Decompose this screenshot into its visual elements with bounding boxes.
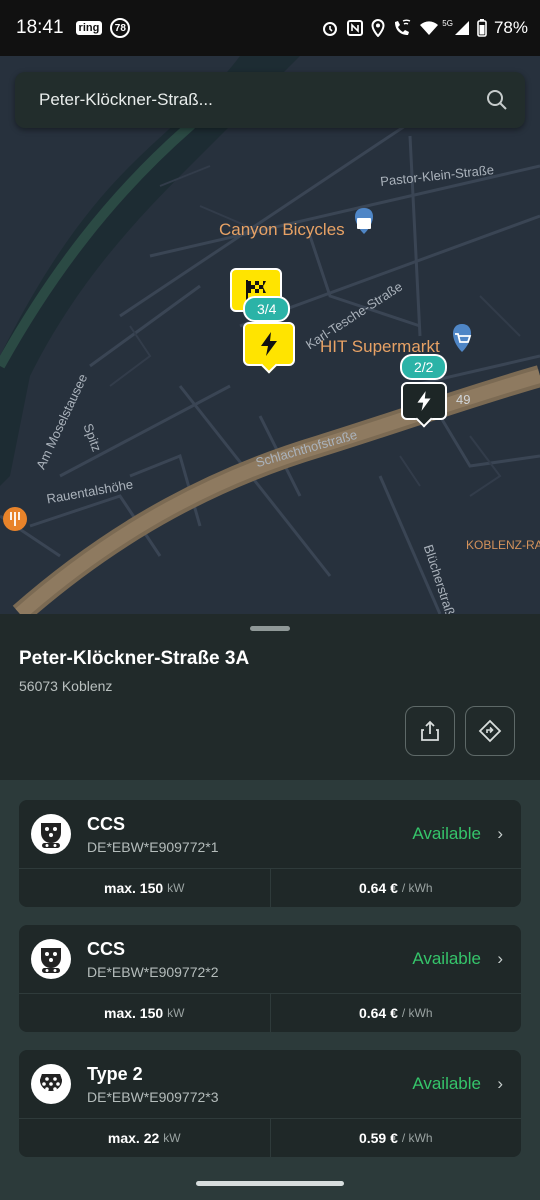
location-icon <box>371 19 385 37</box>
price-cell: 0.64 € / kWh <box>271 869 522 907</box>
connector-card[interactable]: CCS DE*EBW*E909772*1 Available › max. 15… <box>19 800 521 907</box>
ccs-plug-icon <box>31 814 71 854</box>
max-power-cell: max. 22 kW <box>19 1119 271 1157</box>
connector-status: Available <box>412 824 481 843</box>
poi-label-canyon[interactable]: Canyon Bicycles <box>219 220 345 240</box>
share-button[interactable] <box>405 706 455 756</box>
chevron-right-icon: › <box>497 1074 503 1093</box>
charging-marker-other[interactable] <box>401 382 447 428</box>
lightning-icon <box>261 332 277 356</box>
notification-count-icon: 78 <box>110 18 131 38</box>
station-title: Peter-Klöckner-Straße 3A <box>19 648 250 669</box>
search-input[interactable]: Peter-Klöckner-Straß... <box>39 90 483 110</box>
power-unit: kW <box>167 881 185 895</box>
type2-plug-icon <box>31 1064 71 1104</box>
connector-name: CCS <box>87 939 126 959</box>
nfc-icon <box>346 19 364 37</box>
station-details-sheet: Peter-Klöckner-Straße 3A 56073 Koblenz C… <box>0 614 540 1200</box>
wifi-call-icon <box>392 19 412 37</box>
share-icon <box>421 720 439 741</box>
price: 0.59 € <box>358 1130 398 1146</box>
connector-card[interactable]: CCS DE*EBW*E909772*2 Available › max. 15… <box>19 925 521 1032</box>
connector-id: DE*EBW*E909772*1 <box>87 839 219 855</box>
drag-handle[interactable] <box>250 626 290 631</box>
battery-percentage: 78% <box>493 18 528 37</box>
lightning-icon <box>417 391 431 411</box>
price-unit: / kWh <box>401 1006 433 1020</box>
connector-status: Available <box>412 949 481 968</box>
charging-marker-selected[interactable] <box>243 322 295 374</box>
map-view[interactable]: Pastor-Klein-Straße Karl-Tesche-Straße S… <box>0 56 540 614</box>
connector-card[interactable]: Type 2 DE*EBW*E909772*3 Available › max.… <box>19 1050 521 1157</box>
status-time: 18:41 <box>16 17 64 38</box>
home-indicator[interactable] <box>196 1181 344 1186</box>
chevron-right-icon: › <box>497 824 503 843</box>
max-power-cell: max. 150 kW <box>19 994 271 1032</box>
max-power-cell: max. 150 kW <box>19 869 271 907</box>
network-type-label: 5G <box>442 18 453 28</box>
alarm-icon <box>321 19 339 37</box>
chevron-right-icon: › <box>497 949 503 968</box>
battery-icon <box>477 19 487 37</box>
power-unit: kW <box>163 1131 181 1145</box>
ccs-plug-icon <box>31 939 71 979</box>
supermarket-poi-icon <box>453 324 472 352</box>
connector-name: CCS <box>87 814 126 834</box>
district-label: KOBLENZ-RA <box>466 538 540 552</box>
price-cell: 0.59 € / kWh <box>271 1119 522 1157</box>
price: 0.64 € <box>358 880 398 896</box>
max-power: max. 150 <box>104 1005 164 1021</box>
connector-id: DE*EBW*E909772*3 <box>87 1089 219 1105</box>
directions-button[interactable] <box>465 706 515 756</box>
wifi-icon <box>419 20 439 36</box>
status-bar: 18:41 ring 78 5G 78% <box>0 0 540 56</box>
max-power: max. 150 <box>104 880 164 896</box>
price-unit: / kWh <box>401 1131 433 1145</box>
connector-id: DE*EBW*E909772*2 <box>87 964 219 980</box>
connector-name: Type 2 <box>87 1064 143 1084</box>
search-bar[interactable]: Peter-Klöckner-Straß... <box>15 72 525 128</box>
signal-icon <box>454 20 470 36</box>
station-postcode: 56073 Koblenz <box>19 678 113 694</box>
marker-count-badge: 3/4 <box>243 296 291 322</box>
search-icon[interactable] <box>483 86 511 114</box>
ring-app-icon: ring <box>75 21 103 35</box>
canyon-poi-icon <box>355 208 373 234</box>
price: 0.64 € <box>358 1005 398 1021</box>
station-header: Peter-Klöckner-Straße 3A 56073 Koblenz <box>0 614 540 780</box>
road-number-label: 49 <box>456 392 471 407</box>
marker-count-badge: 2/2 <box>400 354 448 380</box>
directions-icon <box>478 719 502 743</box>
max-power: max. 22 <box>107 1130 160 1146</box>
price-unit: / kWh <box>401 881 433 895</box>
price-cell: 0.64 € / kWh <box>271 994 522 1032</box>
power-unit: kW <box>167 1006 185 1020</box>
restaurant-poi-icon <box>3 507 27 531</box>
connector-status: Available <box>412 1074 481 1093</box>
